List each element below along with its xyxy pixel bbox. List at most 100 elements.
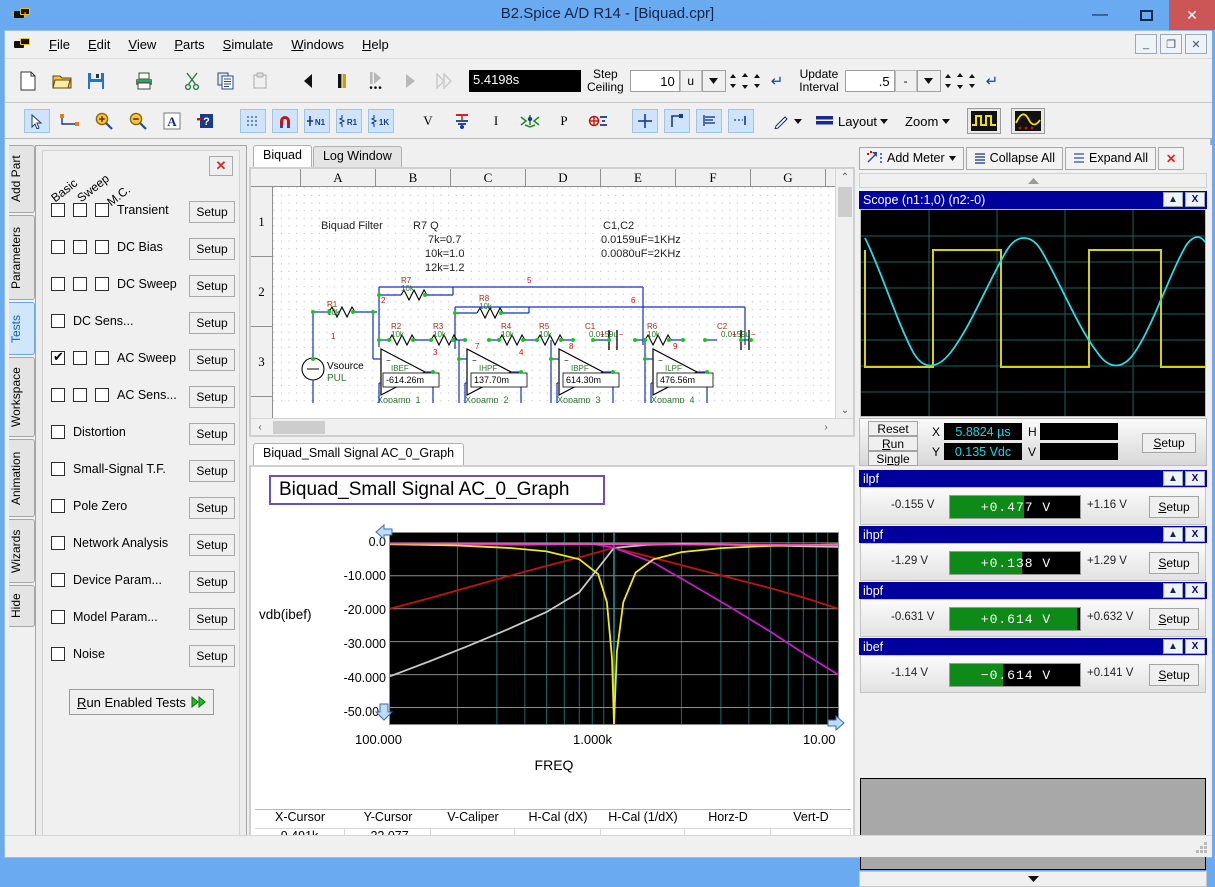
schematic-hscrollbar[interactable]: ‹ › — [251, 418, 853, 435]
checkbox-sweep[interactable] — [73, 240, 87, 254]
col-header-F[interactable]: F — [676, 169, 751, 186]
update-interval-input[interactable] — [844, 70, 895, 92]
sidebar-tab-tests[interactable]: Tests — [9, 302, 35, 355]
cut-scissors-icon[interactable] — [178, 67, 206, 95]
menu-parts[interactable]: Parts — [165, 34, 213, 55]
meter-setup-button[interactable]: Setup — [1149, 552, 1199, 574]
voltage-probe-V[interactable]: V — [415, 109, 441, 133]
pen-tool-button[interactable] — [774, 113, 802, 129]
pause-icon[interactable] — [328, 67, 356, 95]
align-stack-icon[interactable] — [696, 109, 722, 133]
new-file-icon[interactable] — [14, 67, 42, 95]
align-corner-icon[interactable] — [664, 109, 690, 133]
select-arrow-icon[interactable] — [24, 109, 50, 133]
menu-edit[interactable]: Edit — [79, 34, 119, 55]
maximize-button[interactable] — [1123, 0, 1169, 30]
setup-button[interactable]: Setup — [189, 571, 235, 593]
setup-button[interactable]: Setup — [189, 497, 235, 519]
step-forward-icon[interactable]: ••• — [362, 67, 390, 95]
col-header-D[interactable]: D — [526, 169, 601, 186]
graph-plot-area[interactable] — [389, 532, 839, 725]
meter-close-button[interactable]: X — [1185, 527, 1205, 542]
checkbox-sweep[interactable] — [73, 351, 87, 365]
wire-route-icon[interactable] — [57, 109, 83, 133]
power-probe-P[interactable]: P — [551, 109, 577, 133]
col-header-G[interactable]: G — [751, 169, 826, 186]
tests-panel-close-button[interactable]: ✕ — [209, 156, 233, 176]
scope-setup-button[interactable]: Setup — [1142, 433, 1196, 453]
step-back-icon[interactable] — [294, 67, 322, 95]
fast-forward-icon[interactable] — [430, 67, 458, 95]
checkbox-basic[interactable] — [51, 610, 65, 624]
zoom-in-icon[interactable] — [91, 109, 117, 133]
meter-close-button[interactable]: X — [1185, 639, 1205, 654]
x-cursor-right-handle[interactable] — [825, 715, 845, 731]
scope-run-button[interactable]: Run — [868, 436, 918, 451]
setup-button[interactable]: Setup — [189, 460, 235, 482]
dashed-align-icon[interactable] — [728, 109, 754, 133]
meter-setup-button[interactable]: Setup — [1149, 664, 1199, 686]
scope-close-button[interactable]: X — [1185, 192, 1205, 207]
checkbox-sweep[interactable] — [73, 388, 87, 402]
minimize-button[interactable]: — — [1077, 0, 1123, 30]
meter-setup-button[interactable]: Setup — [1149, 496, 1199, 518]
expand-all-button[interactable]: Expand All — [1065, 146, 1157, 170]
checkbox-mc[interactable] — [95, 203, 109, 217]
update-interval-dropdown[interactable] — [916, 70, 941, 92]
tab-graph[interactable]: Biquad_Small Signal AC_0_Graph — [253, 443, 465, 465]
step-ceiling-spinners[interactable] — [729, 69, 766, 93]
checkbox-basic[interactable] — [51, 349, 65, 365]
meters-close-button[interactable]: ✕ — [1158, 146, 1185, 170]
zoom-menu-button[interactable]: Zoom — [905, 114, 951, 129]
net-probe-icon[interactable] — [517, 109, 543, 133]
checkbox-basic[interactable] — [51, 647, 65, 661]
run-enabled-tests-button[interactable]: Run Enabled Tests — [69, 689, 214, 715]
text-tool-icon[interactable]: A — [159, 109, 185, 133]
menu-simulate[interactable]: Simulate — [214, 34, 283, 55]
col-header-E[interactable]: E — [601, 169, 676, 186]
mdi-close-button[interactable]: ✕ — [1185, 34, 1207, 54]
meter-collapse-button[interactable]: ▲ — [1163, 583, 1183, 598]
sidebar-tab-add-part[interactable]: Add Part — [9, 145, 35, 213]
part-query-icon[interactable]: ? — [193, 109, 219, 133]
crosshair-icon[interactable] — [632, 109, 658, 133]
setup-button[interactable]: Setup — [189, 534, 235, 556]
current-probe-I[interactable]: I — [483, 109, 509, 133]
col-header-A[interactable]: A — [301, 169, 376, 186]
schematic-vscrollbar[interactable]: ⌃ ⌄ — [835, 169, 853, 418]
print-icon[interactable] — [130, 67, 158, 95]
scope-collapse-button[interactable]: ▲ — [1163, 192, 1183, 207]
row-header-2[interactable]: 2 — [251, 257, 272, 327]
analog-scope-icon[interactable] — [1011, 108, 1046, 134]
menu-help[interactable]: Help — [353, 34, 398, 55]
checkbox-mc[interactable] — [95, 351, 109, 365]
checkbox-mc[interactable] — [95, 277, 109, 291]
vscroll-thumb[interactable] — [838, 187, 852, 217]
menu-file[interactable]: FFileile — [40, 34, 79, 55]
magnet-snap-icon[interactable] — [272, 109, 298, 133]
scroll-right-icon[interactable]: › — [817, 419, 835, 436]
layout-menu-button[interactable]: Layout — [815, 114, 889, 129]
hscroll-thumb[interactable] — [273, 421, 325, 434]
checkbox-basic[interactable] — [51, 425, 65, 439]
y-cursor-bottom-handle[interactable] — [375, 703, 393, 721]
mdi-minimize-button[interactable]: _ — [1135, 34, 1157, 54]
col-header-B[interactable]: B — [376, 169, 451, 186]
run-icon[interactable] — [396, 67, 424, 95]
checkbox-sweep[interactable] — [73, 203, 87, 217]
scope-screen[interactable] — [860, 209, 1206, 417]
checkbox-basic[interactable] — [51, 499, 65, 513]
zoom-out-icon[interactable] — [125, 109, 151, 133]
resize-grip-icon[interactable] — [1194, 840, 1208, 854]
row-header-1[interactable]: 1 — [251, 187, 272, 257]
scope-reset-button[interactable]: Reset — [868, 421, 918, 436]
checkbox-mc[interactable] — [95, 388, 109, 402]
checkbox-basic[interactable] — [51, 203, 65, 217]
scroll-down-icon[interactable]: ⌄ — [836, 402, 854, 418]
meter-collapse-button[interactable]: ▲ — [1163, 527, 1183, 542]
collapse-all-button[interactable]: Collapse All — [965, 146, 1063, 170]
update-interval-apply-icon[interactable]: ↵ — [986, 72, 999, 90]
menu-windows[interactable]: Windows — [282, 34, 353, 55]
node-label-icon[interactable]: N1 — [304, 109, 330, 133]
grid-dots-icon[interactable] — [240, 109, 266, 133]
